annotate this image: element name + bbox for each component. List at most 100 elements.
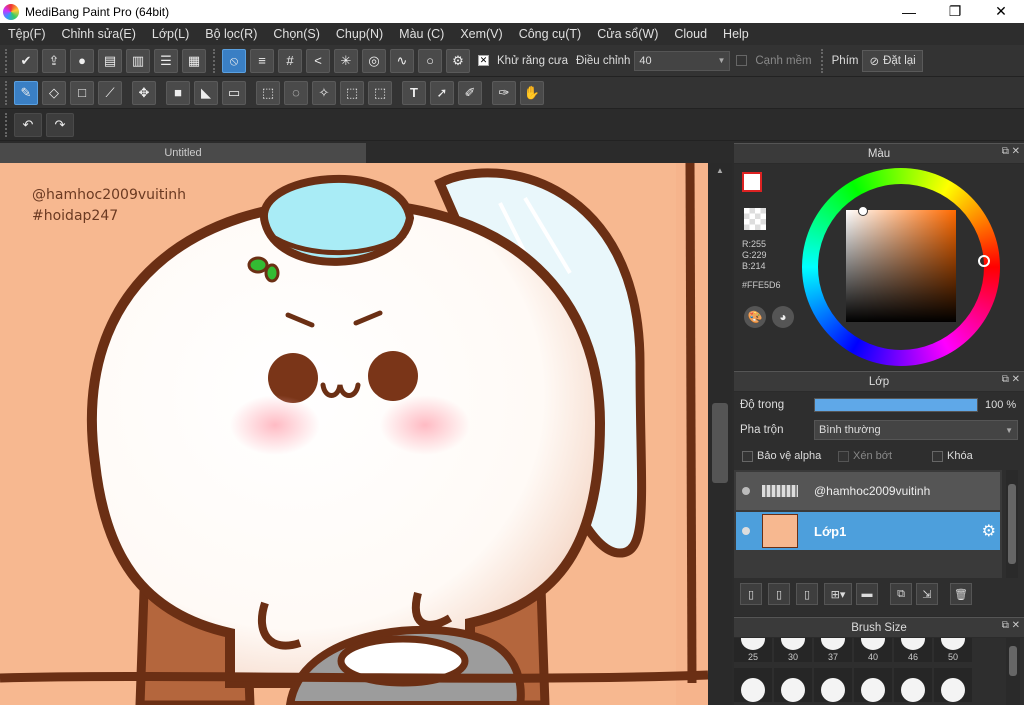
duplicate-layer-icon[interactable]: ⧉ <box>890 583 912 605</box>
bucket-tool-icon[interactable]: ◣ <box>194 80 218 105</box>
close-button[interactable]: ✕ <box>978 0 1024 23</box>
menu-layer[interactable]: Lớp(L) <box>144 27 197 41</box>
undo-icon[interactable]: ↶ <box>14 112 42 137</box>
blur-tool-icon[interactable]: ✐ <box>458 80 482 105</box>
panel-float-close-icon[interactable]: ⧉ ✕ <box>1002 620 1020 631</box>
layer-list-scrollbar[interactable] <box>1006 470 1018 578</box>
divide-tool-icon[interactable]: ⟋ <box>98 80 122 105</box>
menu-view[interactable]: Xem(V) <box>452 27 510 41</box>
radial-snap-icon[interactable]: < <box>306 48 330 73</box>
toolbar-grip[interactable] <box>5 80 9 105</box>
brush-size-cell[interactable]: 40 <box>854 638 892 662</box>
chat-icon[interactable]: ▤ <box>98 48 122 73</box>
eraser-tool-icon[interactable]: ◇ <box>42 80 66 105</box>
primary-color-swatch[interactable] <box>742 172 762 192</box>
brush-size-cell[interactable] <box>814 668 852 702</box>
lock-checkbox[interactable] <box>932 450 943 462</box>
rect-select-icon[interactable]: ⬚ <box>256 80 280 105</box>
select-eraser-icon[interactable]: ⬚ <box>368 80 392 105</box>
settings-list-icon[interactable]: ▦ <box>182 48 206 73</box>
lasso-select-icon[interactable]: ◌ <box>284 80 308 105</box>
radial-line-icon[interactable]: ✳ <box>334 48 358 73</box>
scrollbar-thumb[interactable] <box>712 403 728 483</box>
canvas-vertical-scrollbar[interactable]: ▲ <box>708 163 732 705</box>
toolbar-grip[interactable] <box>820 48 825 73</box>
layer-settings-gear-icon[interactable]: ⚙ <box>982 521 996 541</box>
new-halftone-layer-icon[interactable]: ▯ <box>796 583 818 605</box>
move-tool-icon[interactable]: ✥ <box>132 80 156 105</box>
add-layer-menu-icon[interactable]: ⊞▾ <box>824 583 852 605</box>
magic-wand-icon[interactable]: ✧ <box>312 80 336 105</box>
brush-size-cell[interactable] <box>894 668 932 702</box>
layer-row-selected[interactable]: Lớp1 ⚙ <box>736 512 1000 550</box>
menu-snap[interactable]: Chụp(N) <box>328 27 391 41</box>
parallel-snap-icon[interactable]: ≡ <box>250 48 274 73</box>
grid-snap-icon[interactable]: # <box>278 48 302 73</box>
hue-cursor[interactable] <box>978 255 990 267</box>
snap-settings-icon[interactable]: ⚙ <box>446 48 470 73</box>
text-tool-icon[interactable]: T <box>402 80 426 105</box>
menu-cloud[interactable]: Cloud <box>666 27 715 41</box>
brush-tool-icon[interactable]: ✎ <box>14 80 38 105</box>
minimize-button[interactable]: — <box>886 0 932 23</box>
fill-rect-tool-icon[interactable]: ■ <box>166 80 190 105</box>
brush-size-cell[interactable]: 25 <box>734 638 772 662</box>
upload-icon[interactable]: ⇪ <box>42 48 66 73</box>
menu-window[interactable]: Cửa sổ(W) <box>589 27 666 41</box>
brush-size-cell[interactable] <box>774 668 812 702</box>
menu-filter[interactable]: Bộ lọc(R) <box>197 27 265 41</box>
new-layer-icon[interactable]: ▯ <box>740 583 762 605</box>
transparent-swatch[interactable] <box>744 208 766 230</box>
redo-icon[interactable]: ↷ <box>46 112 74 137</box>
merge-layer-icon[interactable]: ⇲ <box>916 583 938 605</box>
alpha-protect-checkbox[interactable] <box>742 450 753 462</box>
cloud-save-icon[interactable]: ✔ <box>14 48 38 73</box>
palette-icon[interactable]: 🎨 <box>744 306 766 328</box>
lock-toggle[interactable]: Khóa <box>932 450 973 462</box>
menu-tools[interactable]: Công cụ(T) <box>511 27 590 41</box>
brush-panel-scrollbar[interactable] <box>1006 638 1020 705</box>
layer-row[interactable]: @hamhoc2009vuitinh <box>736 472 1000 510</box>
menu-file[interactable]: Tệp(F) <box>0 27 54 41</box>
brush-size-cell[interactable]: 30 <box>774 638 812 662</box>
maximize-button[interactable]: ❐ <box>932 0 978 23</box>
trash-icon[interactable]: 🗑 <box>950 583 972 605</box>
toolbar-grip[interactable] <box>5 48 9 73</box>
clipping-checkbox[interactable] <box>838 450 849 462</box>
concentric-circle-icon[interactable]: ◎ <box>362 48 386 73</box>
document-icon[interactable]: ▥ <box>126 48 150 73</box>
ellipse-snap-icon[interactable]: ○ <box>418 48 442 73</box>
brush-size-cell[interactable] <box>734 668 772 702</box>
menu-edit[interactable]: Chỉnh sửa(E) <box>54 27 144 41</box>
panel-float-close-icon[interactable]: ⧉ ✕ <box>1002 146 1020 157</box>
brush-size-cell[interactable]: 37 <box>814 638 852 662</box>
visibility-icon[interactable] <box>742 487 750 495</box>
gradient-tool-icon[interactable]: ▭ <box>222 80 246 105</box>
document-tab[interactable]: Untitled <box>0 143 366 163</box>
brush-size-cell[interactable] <box>934 668 972 702</box>
brush-size-cell[interactable]: 46 <box>894 638 932 662</box>
blend-mode-select[interactable]: Bình thường ▼ <box>814 420 1018 440</box>
drawing-canvas[interactable]: @hamhoc2009vuitinh #hoidap247 <box>0 163 708 705</box>
hand-tool-icon[interactable]: ✋ <box>520 80 544 105</box>
operation-tool-icon[interactable]: ➚ <box>430 80 454 105</box>
curve-snap-icon[interactable]: ∿ <box>390 48 414 73</box>
adjust-select[interactable]: 40 ▼ <box>634 50 731 71</box>
snap-off-icon[interactable]: ⦸ <box>222 48 246 73</box>
alpha-protect-toggle[interactable]: Bảo vệ alpha <box>742 450 821 462</box>
list-icon[interactable]: ☰ <box>154 48 178 73</box>
soft-edge-checkbox[interactable] <box>736 55 748 66</box>
toolbar-grip[interactable] <box>213 48 217 73</box>
panel-float-close-icon[interactable]: ⧉ ✕ <box>1002 374 1020 385</box>
reset-button[interactable]: ⊘ Đặt lại <box>862 49 923 72</box>
scroll-up-icon[interactable]: ▲ <box>716 166 724 175</box>
palette-add-icon[interactable]: ◕ <box>772 306 794 328</box>
comment-icon[interactable]: ● <box>70 48 94 73</box>
brush-size-cell[interactable] <box>854 668 892 702</box>
menu-color[interactable]: Màu (C) <box>391 27 452 41</box>
dot-tool-icon[interactable]: □ <box>70 80 94 105</box>
antialias-checkbox[interactable]: ✕ <box>478 55 489 66</box>
menu-help[interactable]: Help <box>715 27 757 41</box>
folder-icon[interactable]: ▬ <box>856 583 878 605</box>
color-picker-cursor[interactable] <box>858 206 868 216</box>
